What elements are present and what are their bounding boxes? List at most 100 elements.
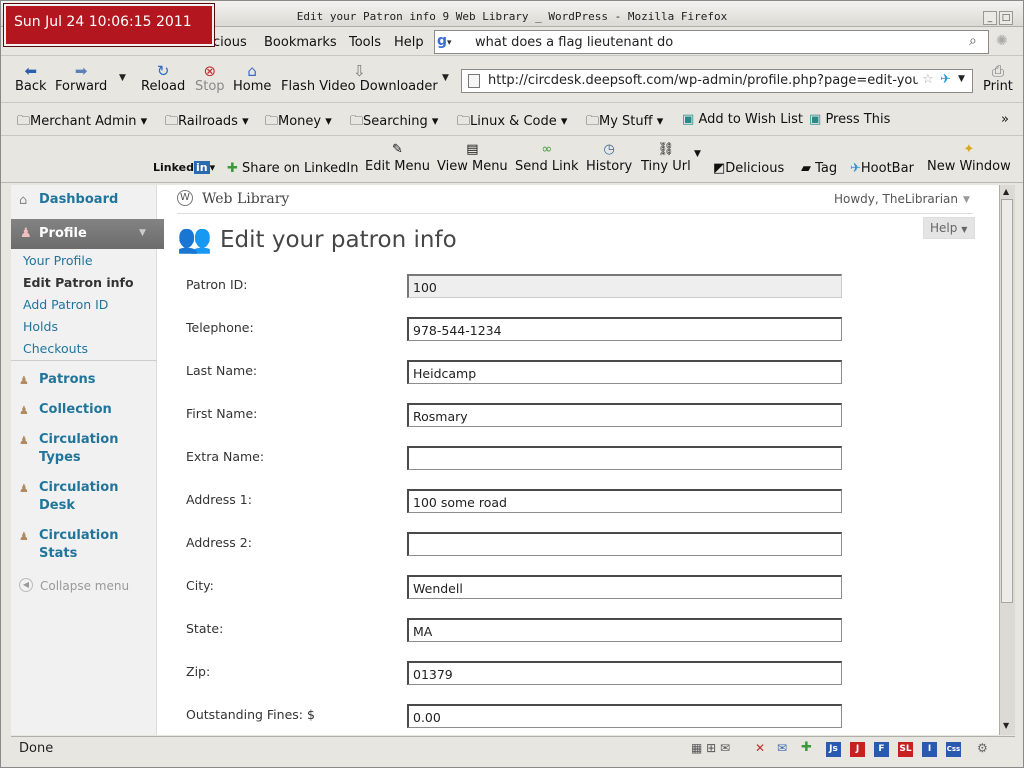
help-tab[interactable]: Help ▼: [923, 217, 975, 239]
sidebar-item-profile[interactable]: ♟ Profile ▼: [11, 219, 164, 249]
flash-dropdown-icon[interactable]: ▼: [442, 73, 449, 83]
silverlight-toggle-icon[interactable]: SL: [898, 742, 913, 757]
page-content: ⌂ Dashboard ♟ Profile ▼ Your Profile Edi…: [11, 185, 999, 735]
linkedin-button[interactable]: Linked in ▾: [153, 161, 215, 174]
state-field[interactable]: MA: [407, 618, 842, 642]
address-2-field[interactable]: [407, 532, 842, 556]
history-button[interactable]: ◷ History: [586, 141, 632, 174]
back-button[interactable]: ⬅ Back: [15, 63, 47, 94]
bookmark-folder-my-stuff[interactable]: 🗀My Stuff ▾: [586, 112, 663, 134]
sidebar-sub-edit-patron-info[interactable]: Edit Patron info: [23, 275, 134, 290]
collapse-arrow-icon[interactable]: ◀: [19, 578, 33, 592]
search-input[interactable]: what does a flag lieutenant do: [475, 35, 673, 50]
mail-icon[interactable]: ✉: [777, 741, 787, 755]
forward-button[interactable]: ➡ Forward: [55, 63, 107, 94]
howdy-user[interactable]: Howdy, TheLibrarian: [834, 192, 958, 206]
bookmarks-overflow-icon[interactable]: »: [1001, 112, 1009, 127]
telephone-field[interactable]: 978-544-1234: [407, 317, 842, 341]
sidebar-sub-checkouts[interactable]: Checkouts: [23, 341, 88, 356]
first-name-field[interactable]: Rosmary: [407, 403, 842, 427]
sidebar-sub-holds[interactable]: Holds: [23, 319, 58, 334]
user-dropdown-icon[interactable]: ▼: [963, 195, 970, 205]
browser-window: Edit your Patron info 9 Web Library _ Wo…: [0, 0, 1024, 768]
scrollbar-thumb[interactable]: [1001, 199, 1013, 603]
security-icon[interactable]: ✕: [755, 741, 765, 755]
google-icon[interactable]: g▾: [437, 33, 465, 51]
page-icon: ▣: [682, 112, 695, 127]
label-last-name: Last Name:: [186, 363, 258, 378]
zip-field[interactable]: 01379: [407, 661, 842, 685]
sidebar-item-collection[interactable]: Collection: [39, 401, 112, 419]
bookmark-folder-railroads[interactable]: 🗀Railroads ▾: [165, 112, 249, 134]
maximize-button[interactable]: □: [999, 11, 1013, 25]
menu-delicious[interactable]: cious: [213, 35, 247, 50]
url-text[interactable]: http://circdesk.deepsoft.com/wp-admin/pr…: [488, 73, 918, 88]
reload-label: Reload: [141, 79, 186, 94]
url-bar[interactable]: http://circdesk.deepsoft.com/wp-admin/pr…: [461, 69, 973, 93]
tag-button[interactable]: ▰ Tag: [801, 161, 837, 176]
delicious-button[interactable]: ◩Delicious: [713, 161, 784, 176]
folder-icon: 🗀: [350, 114, 364, 129]
scroll-up-icon[interactable]: ▲: [1003, 187, 1009, 196]
sidebar-item-dashboard[interactable]: Dashboard: [11, 185, 157, 215]
java-toggle-icon[interactable]: J: [850, 742, 865, 757]
images-toggle-icon[interactable]: I: [922, 742, 937, 757]
header-divider: [177, 213, 973, 214]
sidebar-divider: [11, 360, 157, 361]
sidebar-item-circulation-types[interactable]: Circulation Types: [39, 431, 139, 467]
folder-icon: 🗀: [265, 114, 279, 129]
bookmark-add-to-wish-list[interactable]: ▣ Add to Wish List: [682, 112, 803, 127]
printer-icon: ⎙: [991, 62, 1004, 80]
home-button[interactable]: ⌂ Home: [233, 63, 271, 94]
sidebar-item-circulation-stats[interactable]: Circulation Stats: [39, 527, 129, 563]
scroll-down-icon[interactable]: ▼: [1003, 721, 1009, 730]
tools-icon[interactable]: ⚙: [977, 741, 988, 755]
bookmark-folder-searching[interactable]: 🗀Searching ▾: [350, 112, 438, 134]
twitter-icon[interactable]: ✈: [940, 72, 951, 87]
flash-toggle-icon[interactable]: F: [874, 742, 889, 757]
reload-button[interactable]: ↻ Reload: [141, 63, 185, 94]
tiny-url-dropdown-icon[interactable]: ▼: [694, 149, 701, 159]
view-icon: ▤: [466, 142, 479, 157]
bookmark-folder-linux-code[interactable]: 🗀Linux & Code ▾: [457, 112, 567, 134]
new-window-button[interactable]: ✦ New Window: [927, 141, 1011, 174]
flash-video-downloader-button[interactable]: ⇩ Flash Video Downloader: [281, 63, 438, 94]
last-name-field[interactable]: Heidcamp: [407, 360, 842, 384]
magnifier-icon[interactable]: ⌕: [969, 33, 977, 49]
bookmark-folder-money[interactable]: 🗀Money ▾: [265, 112, 332, 134]
edit-menu-button[interactable]: ✎ Edit Menu: [365, 141, 430, 174]
addon-puzzle-icon[interactable]: ✚: [801, 740, 812, 755]
js-toggle-icon[interactable]: Js: [826, 742, 841, 757]
view-menu-button[interactable]: ▤ View Menu: [437, 141, 508, 174]
sidebar-sub-your-profile[interactable]: Your Profile: [23, 253, 93, 268]
send-link-button[interactable]: ∞ Send Link: [515, 141, 579, 174]
tiny-url-button[interactable]: ⛓ Tiny Url: [641, 141, 691, 174]
grid-icon[interactable]: ▦ ⊞ ✉: [691, 741, 730, 755]
bookmark-folder-merchant-admin[interactable]: 🗀Merchant Admin ▾: [17, 112, 147, 134]
chain-icon: ⛓: [657, 142, 675, 157]
city-field[interactable]: Wendell: [407, 575, 842, 599]
menu-help[interactable]: Help: [394, 35, 424, 50]
extra-name-field[interactable]: [407, 446, 842, 470]
vertical-scrollbar[interactable]: ▲ ▼: [999, 185, 1015, 735]
address-1-field[interactable]: 100 some road: [407, 489, 842, 513]
menu-bookmarks[interactable]: Bookmarks: [264, 35, 337, 50]
bookmark-press-this[interactable]: ▣ Press This: [809, 112, 890, 127]
star-icon[interactable]: ☆: [922, 72, 934, 87]
minimize-button[interactable]: _: [983, 11, 997, 25]
url-dropdown-icon[interactable]: ▼: [958, 74, 965, 84]
share-on-linkedin-button[interactable]: ✚ Share on LinkedIn: [227, 161, 359, 176]
stop-button[interactable]: ⊗ Stop: [195, 63, 225, 94]
css-toggle-icon[interactable]: Css: [946, 742, 961, 757]
search-box[interactable]: g▾ what does a flag lieutenant do ⌕: [434, 30, 989, 54]
history-dropdown-icon[interactable]: ▼: [119, 73, 126, 83]
site-name[interactable]: Web Library: [202, 191, 289, 207]
sidebar-item-patrons[interactable]: Patrons: [39, 371, 96, 389]
sidebar-sub-add-patron-id[interactable]: Add Patron ID: [23, 297, 108, 312]
menu-tools[interactable]: Tools: [349, 35, 381, 50]
outstanding-fines-field[interactable]: 0.00: [407, 704, 842, 728]
hootbar-button[interactable]: ✈HootBar: [850, 161, 914, 176]
sidebar-item-circulation-desk[interactable]: Circulation Desk: [39, 479, 129, 515]
collapse-menu-link[interactable]: Collapse menu: [40, 579, 129, 593]
print-button[interactable]: ⎙ Print: [983, 63, 1013, 94]
